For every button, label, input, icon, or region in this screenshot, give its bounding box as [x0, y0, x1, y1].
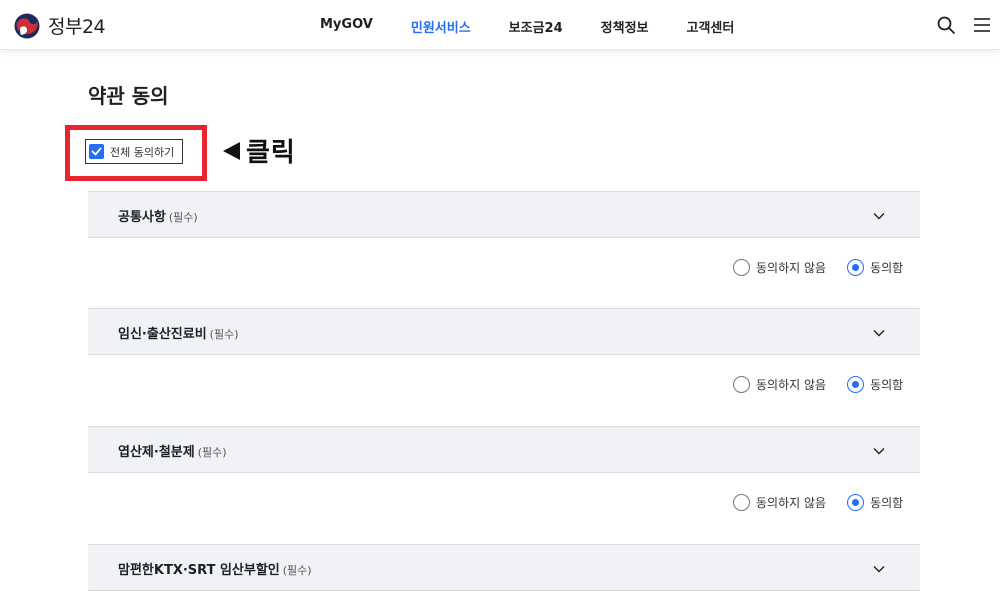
main-nav: MyGOV 민원서비스 보조금24 정책정보 고객센터 — [320, 17, 772, 36]
radio-label: 동의함 — [870, 377, 904, 392]
required-label: (필수) — [168, 211, 198, 224]
agree-all-label: 전체 동의하기 — [110, 145, 175, 159]
consent-choice-row: 동의하지 않음 동의함 — [733, 257, 923, 277]
left-arrow-icon — [223, 141, 240, 160]
radio-label: 동의함 — [870, 495, 904, 510]
search-icon[interactable] — [936, 15, 956, 35]
nav-policy-info[interactable]: 정책정보 — [601, 17, 649, 36]
radio-checked-icon — [847, 258, 865, 276]
section-header-ktx-srt-discount[interactable]: 맘편한KTX·SRT 임산부할인 (필수) — [88, 544, 920, 591]
click-annotation-text: 클릭 — [246, 138, 296, 168]
radio-dot — [852, 498, 860, 506]
checkbox-checked-icon — [89, 144, 104, 159]
section-header-common[interactable]: 공통사항 (필수) — [88, 191, 920, 238]
menu-icon[interactable] — [972, 15, 992, 35]
agree-all-checkbox[interactable]: 전체 동의하기 — [85, 139, 183, 164]
radio-unchecked-icon — [733, 493, 750, 511]
logo-text: 정부24 — [48, 16, 106, 38]
radio-unchecked-icon — [733, 375, 750, 393]
radio-disagree[interactable]: 동의하지 않음 — [733, 493, 827, 511]
radio-agree[interactable]: 동의함 — [847, 493, 904, 511]
nav-subsidy24[interactable]: 보조금24 — [509, 17, 563, 36]
radio-label: 동의하지 않음 — [756, 377, 827, 392]
chevron-down-icon — [873, 448, 885, 455]
click-annotation: 클릭 — [223, 132, 296, 169]
chevron-down-icon — [873, 213, 885, 220]
section-title: 임신·출산진료비 (필수) — [118, 323, 239, 342]
radio-label: 동의하지 않음 — [756, 495, 827, 510]
radio-agree[interactable]: 동의함 — [847, 258, 904, 276]
taegeuk-logo-icon — [14, 13, 40, 38]
nav-mygov[interactable]: MyGOV — [320, 17, 373, 36]
radio-dot — [852, 380, 860, 388]
section-title-text: 임신·출산진료비 — [118, 327, 207, 342]
section-header-pregnancy-medical[interactable]: 임신·출산진료비 (필수) — [88, 308, 920, 355]
required-label: (필수) — [209, 328, 239, 341]
gov24-logo[interactable]: 정부24 — [14, 12, 106, 39]
section-title: 공통사항 (필수) — [118, 206, 198, 225]
section-title: 엽산제·철분제 (필수) — [118, 441, 227, 460]
chevron-down-icon — [873, 330, 885, 337]
radio-label: 동의함 — [870, 260, 904, 275]
radio-disagree[interactable]: 동의하지 않음 — [733, 375, 827, 393]
consent-choice-row: 동의하지 않음 동의함 — [733, 374, 923, 394]
section-title: 맘편한KTX·SRT 임산부할인 (필수) — [118, 559, 312, 578]
nav-civil-service[interactable]: 민원서비스 — [411, 17, 471, 36]
radio-label: 동의하지 않음 — [756, 260, 827, 275]
required-label: (필수) — [197, 446, 227, 459]
radio-disagree[interactable]: 동의하지 않음 — [733, 258, 827, 276]
required-label: (필수) — [282, 564, 312, 577]
check-icon — [91, 147, 102, 156]
section-title-text: 엽산제·철분제 — [118, 445, 195, 460]
page-title: 약관 동의 — [88, 84, 169, 108]
section-title-text: 공통사항 — [118, 210, 166, 225]
nav-customer-center[interactable]: 고객센터 — [687, 17, 735, 36]
radio-dot — [852, 263, 860, 271]
site-header: 정부24 MyGOV 민원서비스 보조금24 정책정보 고객센터 — [0, 0, 1000, 50]
chevron-down-icon — [873, 566, 885, 573]
radio-agree[interactable]: 동의함 — [847, 375, 904, 393]
consent-choice-row: 동의하지 않음 동의함 — [733, 492, 923, 512]
radio-checked-icon — [847, 493, 865, 511]
radio-checked-icon — [847, 375, 865, 393]
section-header-folic-iron[interactable]: 엽산제·철분제 (필수) — [88, 426, 920, 473]
radio-unchecked-icon — [733, 258, 750, 276]
section-title-text: 맘편한KTX·SRT 임산부할인 — [118, 563, 280, 578]
